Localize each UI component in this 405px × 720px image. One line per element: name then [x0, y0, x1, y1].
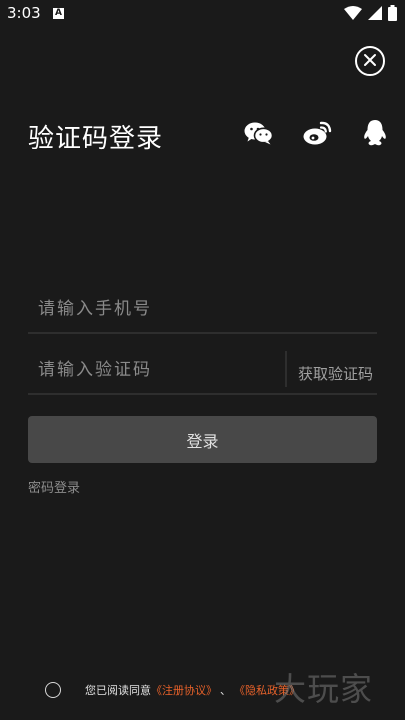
get-code-button[interactable]: 获取验证码: [298, 363, 373, 384]
close-icon: [363, 52, 377, 71]
notification-badge-icon: A: [53, 8, 64, 19]
verification-code-input[interactable]: [36, 353, 280, 387]
wifi-icon: [344, 6, 362, 20]
weibo-login-button[interactable]: [301, 121, 333, 149]
status-bar: 3:03 A: [0, 0, 405, 28]
close-button[interactable]: [355, 46, 385, 76]
agreement-row: 您已阅读同意 《注册协议》 、 《隐私政策》: [45, 681, 300, 699]
phone-input[interactable]: [36, 292, 370, 326]
status-icons: [344, 5, 397, 21]
wechat-icon: [244, 121, 274, 149]
battery-icon: [388, 5, 397, 21]
qq-login-button[interactable]: [359, 119, 391, 151]
weibo-icon: [302, 120, 332, 150]
privacy-link[interactable]: 《隐私政策》: [234, 682, 300, 698]
wechat-login-button[interactable]: [243, 121, 275, 149]
page-title: 验证码登录: [28, 124, 164, 154]
login-button[interactable]: 登录: [28, 416, 377, 463]
password-login-link[interactable]: 密码登录: [28, 477, 80, 496]
field-divider: [285, 351, 287, 387]
terms-link[interactable]: 《注册协议》: [151, 682, 217, 698]
code-field: 获取验证码: [28, 345, 377, 395]
agreement-prefix: 您已阅读同意: [85, 684, 151, 697]
agreement-separator: 、: [220, 684, 231, 697]
status-time: 3:03: [7, 4, 41, 22]
login-page: 3:03 A 验证码登录 请输入手机号 请输入验证码 获取验证码 登录 密码登录…: [0, 0, 405, 720]
qq-icon: [362, 119, 388, 151]
signal-icon: [368, 6, 382, 20]
agree-radio[interactable]: [45, 682, 61, 698]
phone-field: [28, 284, 377, 334]
